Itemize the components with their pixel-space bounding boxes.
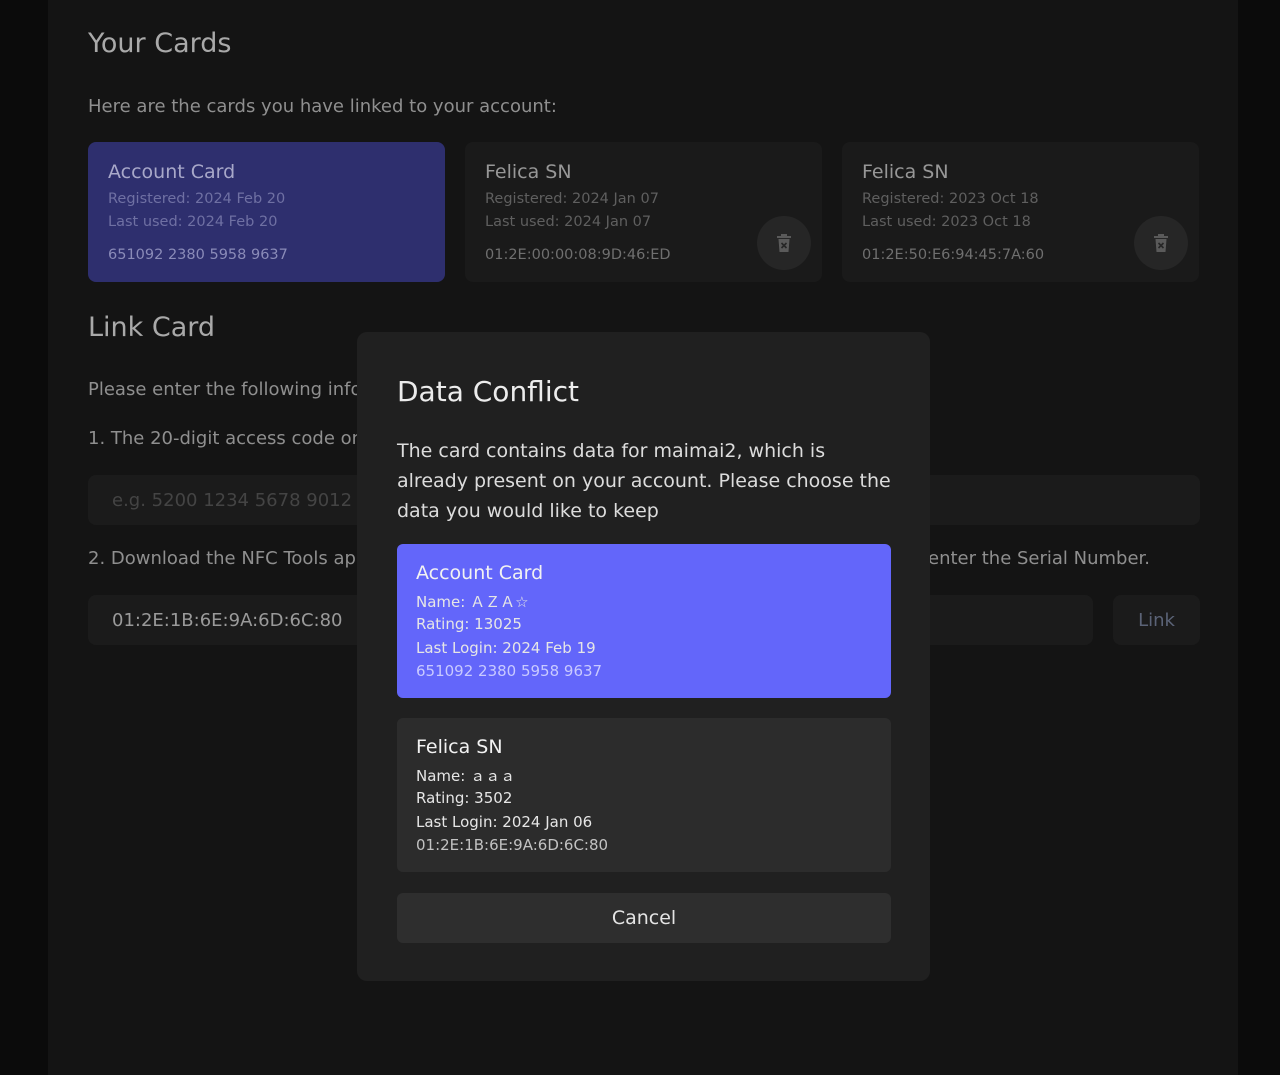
choice-card-id: 01:2E:1B:6E:9A:6D:6C:80 [416,836,609,854]
link-step-1: 1. The 20-digit access code on [88,428,364,449]
link-section-title: Link Card [88,312,216,343]
choice-last-login: Last Login: 2024 Jan 06 [416,813,593,831]
linked-card-felica-1[interactable]: Felica SN Registered: 2024 Jan 07 Last u… [465,142,822,282]
cards-section-subtitle: Here are the cards you have linked to yo… [88,96,557,117]
link-intro: Please enter the following info [88,379,362,400]
card-last-used: Last used: 2024 Feb 20 [108,214,278,230]
choice-rating: Rating: 3502 [416,789,513,807]
modal-title: Data Conflict [397,375,579,408]
card-registered: Registered: 2023 Oct 18 [862,191,1039,207]
trash-icon [777,234,791,252]
link-button[interactable]: Link [1113,595,1200,645]
trash-icon [1154,234,1168,252]
card-registered: Registered: 2024 Feb 20 [108,191,286,207]
choice-rating: Rating: 13025 [416,615,522,633]
card-id: 01:2E:00:00:08:9D:46:ED [485,247,671,263]
linked-card-account[interactable]: Account Card Registered: 2024 Feb 20 Las… [88,142,445,282]
choice-name: Felica SN [416,736,503,758]
choice-player-name: Name: ＡＺＡ☆ [416,593,529,611]
choice-felica-sn[interactable]: Felica SN Name: ａａａ Rating: 3502 Last Lo… [397,718,891,872]
card-registered: Registered: 2024 Jan 07 [485,191,659,207]
cancel-button[interactable]: Cancel [397,893,891,943]
delete-card-button[interactable] [1134,216,1188,270]
card-name: Felica SN [862,161,949,183]
modal-description: The card contains data for maimai2, whic… [397,440,891,522]
choice-player-name: Name: ａａａ [416,767,516,785]
link-step-2-end: enter the Serial Number. [928,548,1151,569]
choice-name: Account Card [416,562,544,584]
choice-account-card[interactable]: Account Card Name: ＡＺＡ☆ Rating: 13025 La… [397,544,891,698]
cards-section-title: Your Cards [88,28,232,59]
data-conflict-modal: Data Conflict The card contains data for… [357,332,930,981]
card-id: 651092 2380 5958 9637 [108,247,288,263]
link-step-2: 2. Download the NFC Tools ap [88,548,356,569]
choice-card-id: 651092 2380 5958 9637 [416,662,603,680]
card-id: 01:2E:50:E6:94:45:7A:60 [862,247,1045,263]
card-last-used: Last used: 2024 Jan 07 [485,214,652,230]
card-last-used: Last used: 2023 Oct 18 [862,214,1031,230]
delete-card-button[interactable] [757,216,811,270]
card-name: Account Card [108,161,236,183]
linked-card-felica-2[interactable]: Felica SN Registered: 2023 Oct 18 Last u… [842,142,1199,282]
card-name: Felica SN [485,161,572,183]
choice-last-login: Last Login: 2024 Feb 19 [416,639,596,657]
